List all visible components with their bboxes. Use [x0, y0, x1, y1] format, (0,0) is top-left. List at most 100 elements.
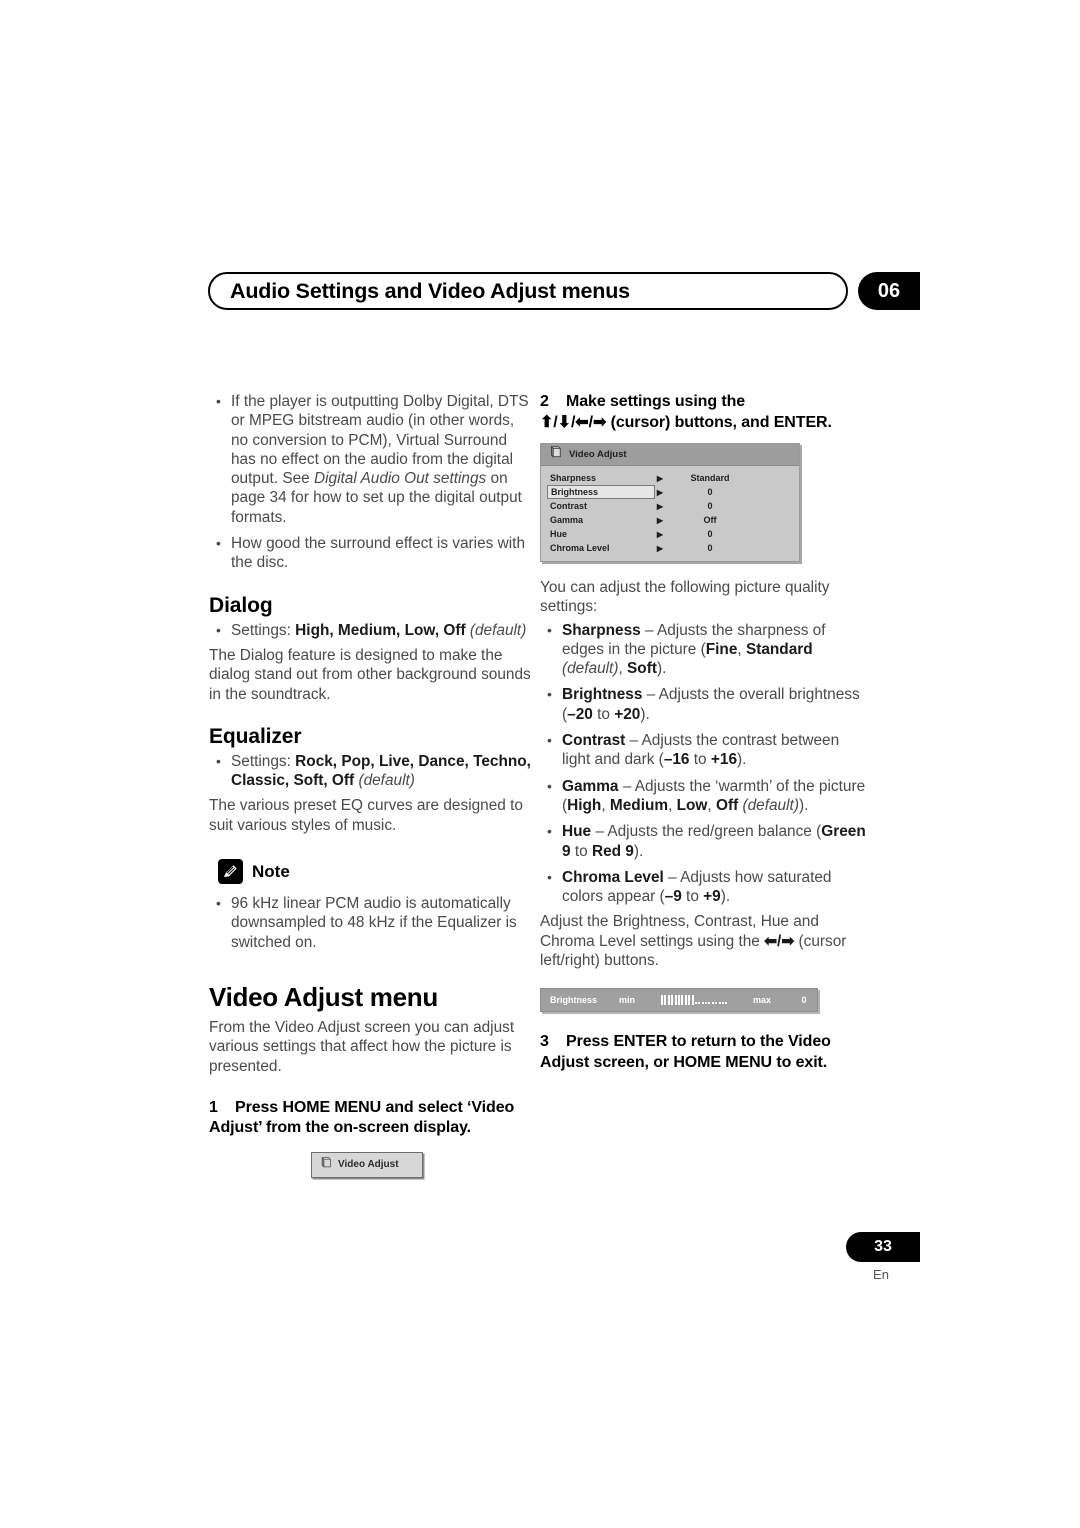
dash: – [642, 686, 659, 704]
intro-bullet-list: If the player is outputting Dolby Digita… [209, 392, 531, 573]
osd-row-list: Sharpness ▶ Standard Brightness ▶ 0 Cont… [541, 466, 799, 561]
osd-row-value: 0 [707, 529, 713, 539]
chevron-right-icon: ▶ [656, 515, 664, 525]
setting-term: Gamma [562, 777, 619, 795]
list-item: Contrast – Adjusts the contrast between … [540, 731, 870, 770]
list-item: Brightness – Adjusts the overall brightn… [540, 685, 870, 724]
equalizer-body-text: The various preset EQ curves are designe… [209, 797, 523, 834]
setting-term: Hue [562, 823, 592, 841]
setting-option: –16 [663, 751, 690, 769]
video-adjust-chip-label: Video Adjust [338, 1159, 399, 1171]
setting-term: Chroma Level [562, 868, 664, 886]
section-heading-video-adjust-menu: Video Adjust menu [209, 981, 438, 1012]
dash: – [591, 823, 608, 841]
slider-max-label: max [753, 995, 772, 1006]
list-item: Settings: High, Medium, Low, Off (defaul… [209, 621, 531, 641]
step-1: 1 Press HOME MENU and select ‘Video Adjus… [209, 1098, 531, 1139]
step-2-number: 2 [540, 393, 549, 410]
page-language-code: En [873, 1267, 889, 1282]
setting-option: Medium [609, 796, 669, 814]
step-1-text: Press HOME MENU and select ‘Video Adjust… [209, 1098, 515, 1137]
dash: – [618, 777, 635, 795]
step-3: 3 Press ENTER to return to the Video Adju… [540, 1032, 870, 1073]
step-3-text: Press ENTER to return to the Video Adjus… [540, 1033, 831, 1071]
osd-row-value: 0 [707, 501, 713, 511]
setting-option: Standard [745, 640, 813, 658]
osd-row-label: Hue [550, 529, 568, 539]
note-bullet-list: 96 kHz linear PCM audio is automatically… [209, 894, 531, 952]
cursor-arrows-icon: ⬆/⬇/⬅/➡ [540, 413, 607, 431]
osd-row-value: Standard [690, 473, 730, 483]
list-item: Chroma Level – Adjusts how saturated col… [540, 868, 870, 907]
settings-label: Settings: [231, 621, 296, 639]
setting-desc-end: ). [720, 888, 731, 906]
chapter-number-badge: 06 [858, 272, 920, 310]
osd-row-label: Chroma Level [550, 543, 610, 553]
osd-row-brightness[interactable]: Brightness ▶ 0 [541, 485, 799, 499]
list-item: If the player is outputting Dolby Digita… [209, 392, 531, 527]
list-item: Sharpness – Adjusts the sharpness of edg… [540, 621, 870, 679]
dash: – [640, 621, 657, 639]
sep: , [737, 640, 746, 658]
sep: , [618, 660, 628, 678]
osd-row-sharpness[interactable]: Sharpness ▶ Standard [541, 471, 799, 485]
sep: to [681, 888, 704, 906]
video-adjust-chip[interactable]: Video Adjust [311, 1151, 423, 1178]
page-header: Audio Settings and Video Adjust menus 06 [208, 272, 920, 312]
list-item: Settings: Rock, Pop, Live, Dance, Techno… [209, 752, 531, 791]
osd-title: Video Adjust [569, 449, 627, 460]
setting-desc-end: ). [798, 796, 809, 814]
chevron-right-icon: ▶ [656, 501, 664, 511]
dialog-settings-list: Settings: High, Medium, Low, Off (defaul… [209, 621, 531, 641]
osd-row-gamma[interactable]: Gamma ▶ Off [541, 513, 799, 527]
slider-value: 0 [801, 995, 807, 1006]
setting-desc-end: ). [633, 842, 644, 860]
osd-row-label: Brightness [547, 485, 655, 499]
osd-row-hue[interactable]: Hue ▶ 0 [541, 527, 799, 541]
chevron-right-icon: ▶ [656, 529, 664, 539]
pencil-icon [218, 859, 243, 885]
sep: to [689, 751, 711, 769]
chevron-right-icon: ▶ [656, 543, 664, 553]
left-column: If the player is outputting Dolby Digita… [209, 392, 531, 1178]
page-title: Audio Settings and Video Adjust menus [230, 279, 630, 303]
settings-label: Settings: [231, 752, 296, 770]
setting-option: High [567, 796, 602, 814]
setting-option: Fine [705, 640, 738, 658]
osd-row-chroma-level[interactable]: Chroma Level ▶ 0 [541, 541, 799, 555]
sep: , [668, 796, 677, 814]
note-block: Note 96 kHz linear PCM audio is automati… [209, 859, 531, 952]
setting-term: Sharpness [562, 621, 641, 639]
osd-row-value: 0 [707, 487, 713, 497]
setting-desc-end: ). [656, 660, 667, 678]
osd-titlebar: Video Adjust [541, 444, 799, 466]
note-label: Note [252, 861, 290, 881]
list-item: Gamma – Adjusts the ‘warmth’ of the pict… [540, 777, 870, 816]
sep: , [707, 796, 716, 814]
osd-row-label: Sharpness [550, 473, 597, 483]
osd-row-label: Contrast [550, 501, 588, 511]
page-number-badge: 33 [846, 1232, 920, 1262]
picture-quality-intro: You can adjust the following picture qua… [540, 579, 830, 616]
disc-card-icon [319, 1156, 332, 1174]
adjust-note: Adjust the Brightness, Contrast, Hue and… [540, 912, 870, 970]
section-heading-equalizer: Equalizer [209, 724, 302, 748]
section-heading-dialog: Dialog [209, 593, 273, 617]
document-page: Audio Settings and Video Adjust menus 06… [0, 0, 1080, 1528]
setting-desc: Adjusts the red/green balance ( [607, 823, 822, 841]
osd-row-contrast[interactable]: Contrast ▶ 0 [541, 499, 799, 513]
setting-default: (default) [562, 660, 619, 678]
dash: – [663, 868, 681, 886]
brightness-slider-bar[interactable]: Brightness min max 0 [540, 988, 818, 1013]
osd-row-value: Off [703, 515, 717, 525]
setting-default: (default) [738, 796, 799, 814]
sep: to [570, 842, 592, 860]
picture-settings-list: Sharpness – Adjusts the sharpness of edg… [540, 621, 870, 907]
osd-row-value: 0 [707, 543, 713, 553]
osd-row-label: Gamma [550, 515, 584, 525]
setting-term: Contrast [562, 732, 626, 750]
settings-default: (default) [358, 772, 415, 790]
setting-option: Low [676, 796, 708, 814]
dash: – [625, 732, 642, 750]
slider-label: Brightness [550, 995, 598, 1006]
